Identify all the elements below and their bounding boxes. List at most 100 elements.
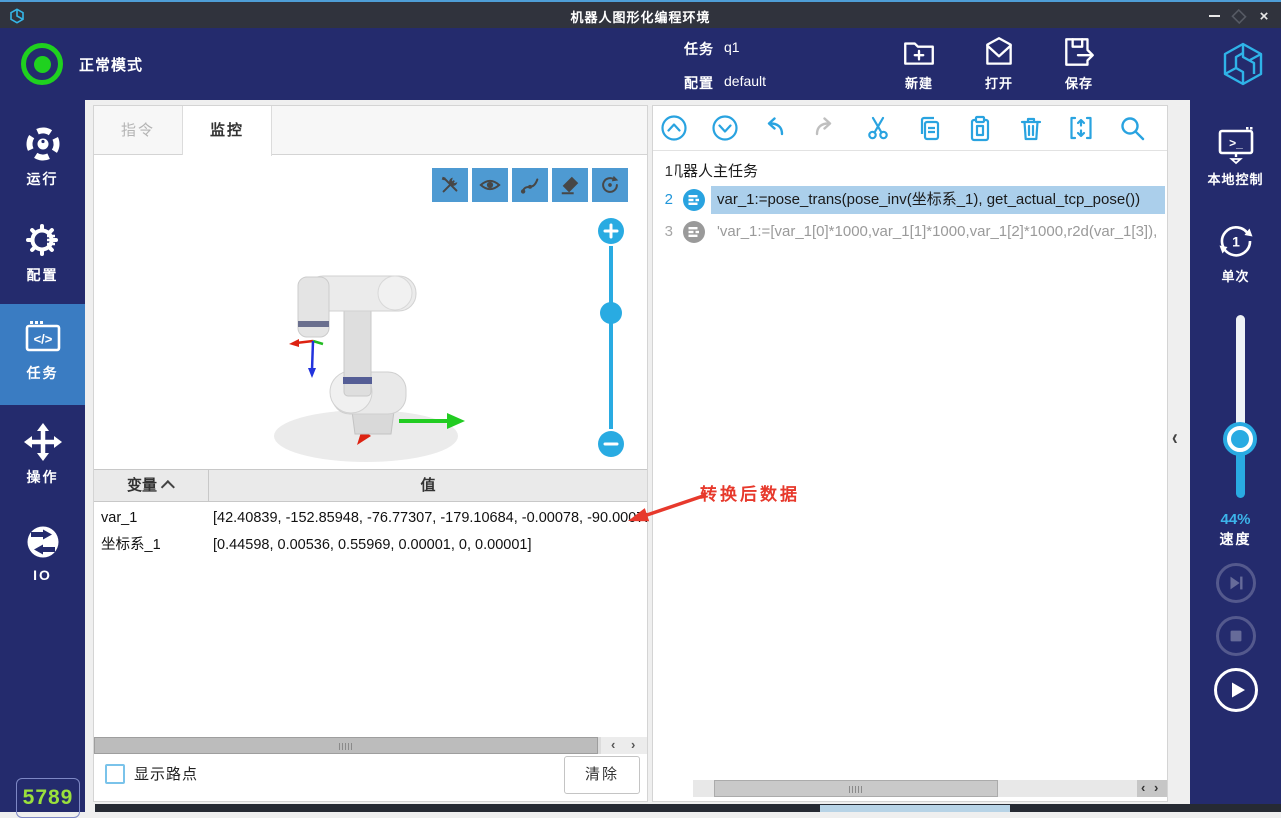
scroll-right-button[interactable]: › bbox=[631, 737, 635, 753]
open-button[interactable]: 打开 bbox=[967, 34, 1031, 92]
move-down-button[interactable] bbox=[710, 113, 740, 143]
scrollbar-thumb[interactable] bbox=[94, 737, 598, 754]
minus-icon bbox=[603, 436, 619, 452]
stop-icon bbox=[1226, 626, 1246, 646]
table-row-var1[interactable]: var_1 [42.40839, -152.85948, -76.77307, … bbox=[94, 505, 647, 532]
scroll-left-button[interactable]: ‹ bbox=[611, 737, 615, 753]
search-icon bbox=[1117, 113, 1147, 143]
tab-instructions[interactable]: 指令 bbox=[94, 106, 183, 155]
sidebar-item-operate[interactable]: 操作 bbox=[0, 422, 85, 487]
header: 正常模式 任务 q1 配置 default 新建 打开 保存 bbox=[0, 28, 1281, 100]
column-header-variable[interactable]: 变量 bbox=[94, 470, 209, 501]
redo-button[interactable] bbox=[810, 113, 840, 143]
rotate-view-button[interactable] bbox=[592, 168, 628, 202]
undo-button[interactable] bbox=[759, 113, 789, 143]
line-number: 3 bbox=[653, 218, 673, 246]
line-text: 机器人主任务 bbox=[675, 158, 1165, 186]
table-row-frame1[interactable]: 坐标系_1 [0.44598, 0.00536, 0.55969, 0.0000… bbox=[94, 532, 647, 559]
tools-icon bbox=[439, 174, 461, 196]
local-control-button[interactable]: >_ 本地控制 bbox=[1190, 125, 1281, 188]
scroll-right-button[interactable]: › bbox=[1154, 780, 1158, 796]
visibility-icon bbox=[479, 174, 501, 196]
play-icon bbox=[1224, 678, 1248, 702]
move-up-button[interactable] bbox=[659, 113, 689, 143]
variable-name: var_1 bbox=[101, 505, 137, 532]
save-button[interactable]: 保存 bbox=[1047, 34, 1111, 92]
bottom-edge-highlight bbox=[820, 805, 1010, 812]
search-button[interactable] bbox=[1117, 113, 1147, 143]
program-line-1[interactable]: 1 机器人主任务 bbox=[653, 158, 1167, 186]
clear-button[interactable]: 清除 bbox=[564, 756, 640, 794]
task-field-label: 任务 bbox=[684, 41, 714, 57]
show-waypoints-label: 显示路点 bbox=[134, 763, 198, 784]
eraser-icon bbox=[559, 174, 581, 196]
column-header-value[interactable]: 值 bbox=[209, 470, 647, 501]
sidebar-item-task[interactable]: </> 任务 bbox=[0, 318, 85, 383]
program-line-3-disabled[interactable]: 3 'var_1:=[var_1[0]*1000,var_1[1]*1000,v… bbox=[653, 218, 1167, 246]
speed-slider-knob[interactable] bbox=[1227, 426, 1253, 452]
show-waypoints-checkbox[interactable] bbox=[105, 764, 125, 784]
open-icon bbox=[981, 34, 1017, 70]
task-field-value: q1 bbox=[724, 39, 740, 55]
svg-text:1: 1 bbox=[1232, 234, 1240, 250]
collapse-lines-button[interactable] bbox=[1066, 113, 1096, 143]
close-button[interactable]: × bbox=[1253, 6, 1275, 26]
delete-button[interactable] bbox=[1016, 113, 1046, 143]
move-up-icon bbox=[659, 113, 689, 143]
scrollbar-buttons: ‹ › bbox=[601, 737, 647, 754]
sidebar-item-run[interactable]: 运行 bbox=[0, 124, 85, 189]
task-field: 任务 q1 bbox=[684, 39, 714, 59]
scroll-left-button[interactable]: ‹ bbox=[1141, 780, 1145, 796]
sidebar-item-config[interactable]: 配置 bbox=[0, 220, 85, 285]
variable-column-label: 变量 bbox=[127, 477, 157, 494]
skip-to-end-button[interactable] bbox=[1216, 563, 1256, 603]
undo-icon bbox=[759, 113, 789, 143]
single-cycle-button[interactable]: 1 单次 bbox=[1190, 220, 1281, 285]
copy-button[interactable] bbox=[914, 113, 944, 143]
collapse-panel-button[interactable]: ‹ bbox=[1172, 425, 1178, 451]
trace-button[interactable] bbox=[512, 168, 548, 202]
zoom-out-button[interactable] bbox=[598, 431, 624, 457]
maximize-button[interactable] bbox=[1228, 6, 1250, 26]
robot-3d-viewport[interactable] bbox=[94, 156, 647, 469]
rotate-view-icon bbox=[599, 174, 621, 196]
zoom-in-button[interactable] bbox=[598, 218, 624, 244]
local-control-icon: >_ bbox=[1215, 125, 1257, 165]
left-sidebar: 运行 配置 </> 任务 bbox=[0, 100, 85, 812]
stop-button[interactable] bbox=[1216, 616, 1256, 656]
program-toolbar bbox=[653, 106, 1167, 151]
move-down-icon bbox=[710, 113, 740, 143]
paste-button[interactable] bbox=[965, 113, 995, 143]
panel-splitter: ‹ bbox=[1168, 100, 1190, 812]
mode-indicator-icon bbox=[21, 43, 63, 85]
sort-asc-icon bbox=[161, 480, 175, 494]
program-hscrollbar[interactable]: ‹ › bbox=[653, 779, 1167, 798]
cut-button[interactable] bbox=[863, 113, 893, 143]
open-button-label: 打开 bbox=[967, 73, 1031, 92]
play-button[interactable] bbox=[1214, 668, 1258, 712]
visibility-button[interactable] bbox=[472, 168, 508, 202]
sidebar-item-io-label: IO bbox=[0, 567, 85, 583]
zoom-slider-track[interactable] bbox=[609, 246, 613, 429]
eraser-button[interactable] bbox=[552, 168, 588, 202]
brand-logo-icon bbox=[1220, 41, 1266, 87]
speed-slider-track-upper[interactable] bbox=[1236, 315, 1245, 440]
collapse-lines-icon bbox=[1066, 113, 1096, 143]
zoom-slider-knob[interactable] bbox=[600, 302, 622, 324]
scrollbar-grip-icon bbox=[339, 743, 352, 750]
robot-programming-app: 机器人图形化编程环境 × 正常模式 任务 q1 配置 default 新建 打开 bbox=[0, 0, 1281, 812]
tools-button[interactable] bbox=[432, 168, 468, 202]
monitor-hscrollbar[interactable]: ‹ › bbox=[94, 737, 647, 754]
new-button[interactable]: 新建 bbox=[887, 34, 951, 92]
task-code-icon: </> bbox=[23, 318, 63, 358]
scrollbar-thumb[interactable] bbox=[714, 780, 998, 797]
program-line-2-selected[interactable]: 2 var_1:=pose_trans(pose_inv(坐标系_1), get… bbox=[653, 186, 1167, 214]
titlebar: 机器人图形化编程环境 × bbox=[0, 0, 1281, 28]
sidebar-item-io[interactable]: IO bbox=[0, 522, 85, 583]
skip-to-end-icon bbox=[1225, 572, 1247, 594]
tab-monitor[interactable]: 监控 bbox=[183, 106, 272, 156]
line-number: 2 bbox=[653, 186, 673, 214]
single-cycle-label: 单次 bbox=[1190, 266, 1281, 285]
sidebar-item-run-label: 运行 bbox=[0, 169, 85, 189]
minimize-button[interactable] bbox=[1203, 6, 1225, 26]
